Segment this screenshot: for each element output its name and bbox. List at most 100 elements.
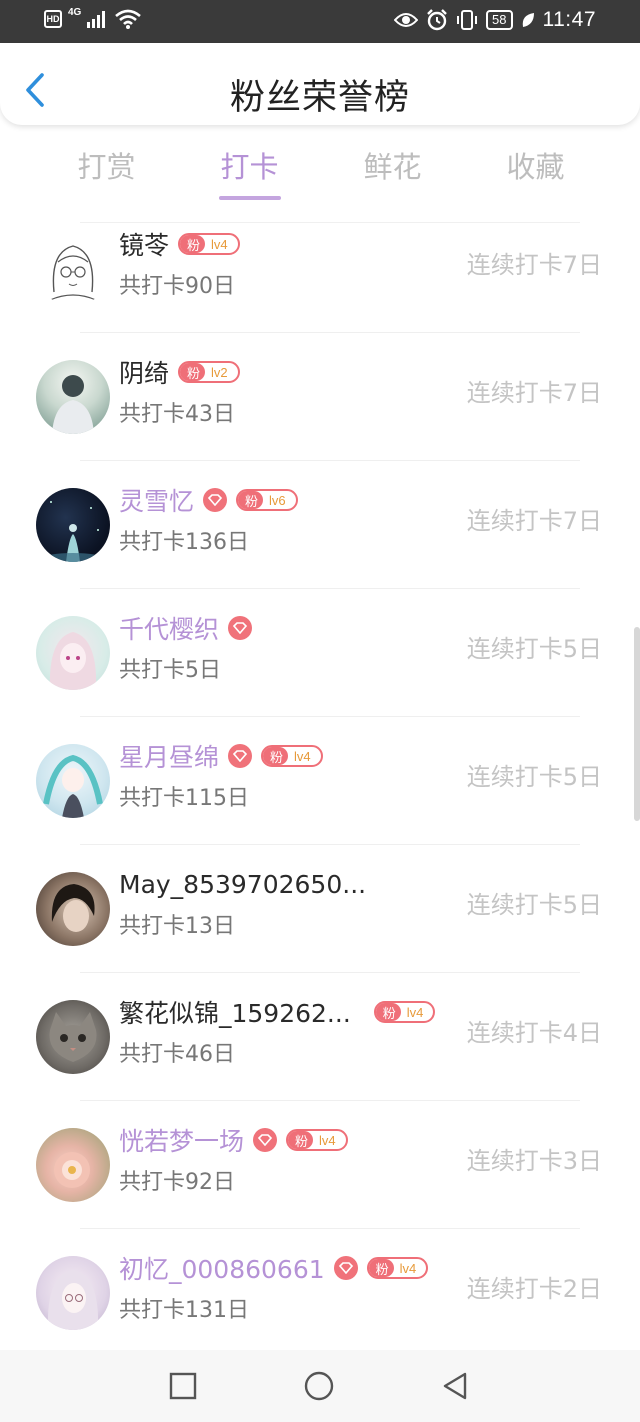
avatar[interactable] bbox=[36, 616, 110, 690]
list-item[interactable]: 千代樱织 共打卡5日 连续打卡5日 bbox=[0, 589, 640, 717]
username: 繁花似锦_159262... bbox=[119, 999, 351, 1028]
username: 灵雪忆 bbox=[119, 487, 195, 516]
avatar[interactable] bbox=[36, 360, 110, 434]
name-line: 阴绮 粉 lv2 bbox=[119, 355, 240, 389]
avatar[interactable] bbox=[36, 1128, 110, 1202]
total-checkins: 共打卡5日 bbox=[119, 658, 221, 683]
total-checkins: 共打卡115日 bbox=[119, 786, 249, 811]
home-button[interactable] bbox=[303, 1370, 335, 1402]
avatar[interactable] bbox=[36, 744, 110, 818]
fan-level-badge: 粉 lv2 bbox=[178, 361, 240, 383]
tab-checkin[interactable]: 打卡 bbox=[178, 144, 321, 206]
list-item[interactable]: 阴绮 粉 lv2 共打卡43日 连续打卡7日 bbox=[0, 333, 640, 461]
total-checkins: 共打卡46日 bbox=[119, 1042, 235, 1067]
signal-icon bbox=[87, 11, 106, 28]
hd-badge: HD bbox=[44, 10, 62, 28]
fan-level-badge: 粉 lv4 bbox=[178, 233, 240, 255]
total-checkins: 共打卡136日 bbox=[119, 530, 249, 555]
name-line: 繁花似锦_159262... 粉 lv4 bbox=[119, 995, 436, 1029]
fan-label: 粉 bbox=[263, 747, 289, 765]
avatar[interactable] bbox=[36, 488, 110, 562]
total-checkins: 共打卡13日 bbox=[119, 914, 235, 939]
total-checkins: 共打卡43日 bbox=[119, 402, 235, 427]
square-icon bbox=[169, 1372, 197, 1400]
diamond-icon bbox=[228, 616, 253, 640]
avatar[interactable] bbox=[36, 232, 110, 306]
fan-label: 粉 bbox=[180, 235, 206, 253]
list-item[interactable]: 繁花似锦_159262... 粉 lv4 共打卡46日 连续打卡4日 bbox=[0, 973, 640, 1101]
list-item[interactable]: 镜苓 粉 lv4 共打卡90日 连续打卡7日 bbox=[0, 222, 640, 333]
fan-ranking-list: 镜苓 粉 lv4 共打卡90日 连续打卡7日 阴绮 粉 lv2 共打卡43日 连… bbox=[0, 222, 640, 1350]
list-item[interactable]: 初忆_000860661 粉 lv4 共打卡131日 连续打卡2日 bbox=[0, 1229, 640, 1350]
level-label: lv4 bbox=[319, 1132, 336, 1148]
list-item[interactable]: 灵雪忆 粉 lv6 共打卡136日 连续打卡7日 bbox=[0, 461, 640, 589]
fan-label: 粉 bbox=[180, 363, 206, 381]
fan-label: 粉 bbox=[238, 491, 264, 509]
page-title: 粉丝荣誉榜 bbox=[229, 78, 410, 118]
streak-days: 连续打卡7日 bbox=[466, 507, 602, 535]
streak-days: 连续打卡5日 bbox=[466, 891, 602, 919]
total-checkins: 共打卡92日 bbox=[119, 1170, 235, 1195]
username: 星月昼绵 bbox=[119, 743, 220, 772]
avatar[interactable] bbox=[36, 1256, 110, 1330]
tab-bar: 打赏 打卡 鲜花 收藏 bbox=[35, 144, 607, 206]
tab-favorites[interactable]: 收藏 bbox=[464, 144, 607, 206]
level-label: lv4 bbox=[406, 1004, 424, 1020]
username: May_8539702650... bbox=[119, 869, 367, 899]
name-line: 恍若梦一场 粉 lv4 bbox=[119, 1123, 348, 1157]
status-bar: HD 4G 58 11:47 bbox=[0, 0, 640, 43]
level-label: lv2 bbox=[211, 364, 228, 380]
recent-apps-button[interactable] bbox=[167, 1370, 199, 1402]
tab-tips[interactable]: 打赏 bbox=[35, 144, 178, 206]
name-line: 灵雪忆 粉 lv6 bbox=[119, 483, 298, 517]
diamond-icon bbox=[228, 744, 253, 768]
level-label: lv4 bbox=[211, 236, 228, 252]
total-checkins: 共打卡131日 bbox=[119, 1298, 249, 1323]
total-checkins: 共打卡90日 bbox=[119, 274, 235, 299]
fan-level-badge: 粉 lv6 bbox=[236, 489, 298, 511]
app-header: 粉丝荣誉榜 bbox=[0, 43, 640, 125]
username: 千代樱织 bbox=[119, 615, 220, 644]
fan-level-badge: 粉 lv4 bbox=[366, 1257, 429, 1279]
username: 阴绮 bbox=[119, 359, 170, 388]
list-item[interactable]: May_8539702650... 共打卡13日 连续打卡5日 bbox=[0, 845, 640, 973]
level-label: lv4 bbox=[399, 1260, 417, 1276]
circle-icon bbox=[304, 1371, 334, 1401]
triangle-back-icon bbox=[443, 1372, 467, 1400]
streak-days: 连续打卡5日 bbox=[466, 635, 602, 663]
eye-icon bbox=[394, 13, 419, 27]
name-line: 初忆_000860661 粉 lv4 bbox=[119, 1251, 429, 1285]
streak-days: 连续打卡5日 bbox=[466, 763, 602, 791]
streak-days: 连续打卡2日 bbox=[466, 1275, 602, 1303]
tab-flowers[interactable]: 鲜花 bbox=[321, 144, 464, 206]
status-right: 58 11:47 bbox=[394, 8, 596, 32]
fan-level-badge: 粉 lv4 bbox=[286, 1129, 348, 1151]
status-left: HD 4G bbox=[44, 7, 142, 29]
username: 初忆_000860661 bbox=[119, 1255, 325, 1284]
system-nav-bar bbox=[0, 1350, 640, 1422]
username: 恍若梦一场 bbox=[119, 1127, 245, 1156]
name-line: 镜苓 粉 lv4 bbox=[119, 227, 240, 261]
fan-label: 粉 bbox=[288, 1131, 314, 1149]
battery-icon: 58 bbox=[486, 10, 513, 30]
vibrate-icon bbox=[457, 10, 478, 30]
back-nav-button[interactable] bbox=[439, 1370, 471, 1402]
fan-level-badge: 粉 lv4 bbox=[373, 1001, 436, 1023]
list-item[interactable]: 恍若梦一场 粉 lv4 共打卡92日 连续打卡3日 bbox=[0, 1101, 640, 1229]
streak-days: 连续打卡4日 bbox=[466, 1019, 602, 1047]
fan-level-badge: 粉 lv4 bbox=[261, 745, 323, 767]
name-line: 千代樱织 bbox=[119, 611, 253, 645]
streak-days: 连续打卡7日 bbox=[466, 251, 602, 279]
fan-label: 粉 bbox=[375, 1003, 401, 1021]
name-line: 星月昼绵 粉 lv4 bbox=[119, 739, 323, 773]
leaf-icon bbox=[522, 13, 534, 27]
alarm-icon bbox=[427, 9, 447, 31]
avatar[interactable] bbox=[36, 1000, 110, 1074]
avatar[interactable] bbox=[36, 872, 110, 946]
streak-days: 连续打卡7日 bbox=[466, 379, 602, 407]
level-label: lv4 bbox=[294, 748, 311, 764]
list-item[interactable]: 星月昼绵 粉 lv4 共打卡115日 连续打卡5日 bbox=[0, 717, 640, 845]
level-label: lv6 bbox=[269, 492, 286, 508]
scrollbar[interactable] bbox=[634, 627, 640, 821]
network-label: 4G bbox=[68, 7, 82, 18]
